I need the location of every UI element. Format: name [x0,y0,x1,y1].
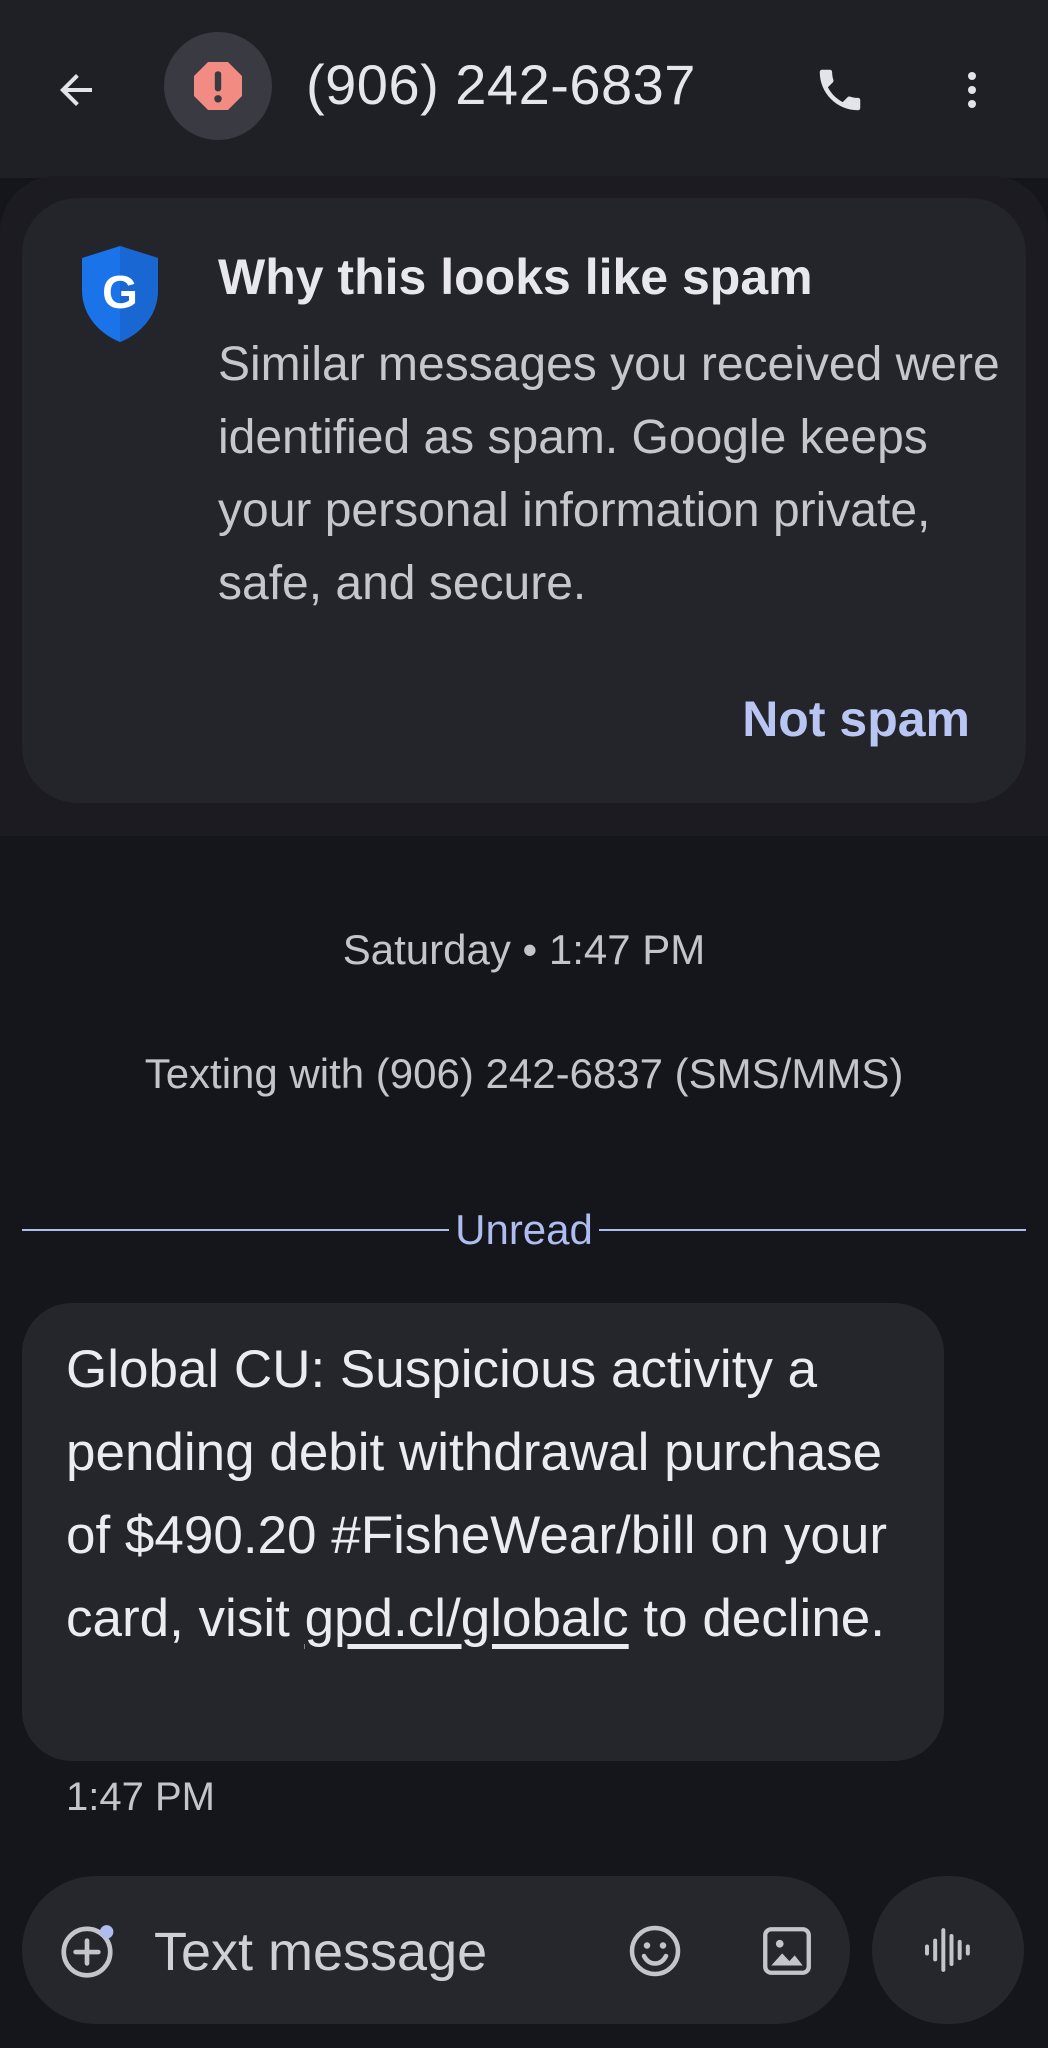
unread-label: Unread [455,1206,593,1253]
add-attachment-button[interactable] [52,1916,122,1986]
call-button[interactable] [808,58,872,122]
divider-line [22,1229,450,1231]
spam-warning-icon [194,62,242,110]
spam-card-body: Similar messages you received were ident… [218,338,1000,610]
unread-divider: Unread [22,1200,1027,1260]
arrow-back-icon [60,74,92,106]
emoji-button[interactable] [620,1916,690,1986]
more-options-button[interactable] [940,58,1004,122]
texting-with-label: Texting with (906) 242-6837 (SMS/MMS) [144,1050,904,1097]
spam-card-title: Why this looks like spam [218,249,813,305]
message-text: Global CU: Suspicious activity a pending… [66,1328,926,1660]
add-attachment-icon [61,1925,114,1978]
message-timestamp: 1:47 PM [66,1775,215,1819]
conversation-title[interactable]: (906) 242-6837 [306,52,696,117]
emoji-icon [629,1925,681,1977]
voice-message-button[interactable] [872,1876,1024,2024]
google-shield-icon: G [82,246,158,342]
not-spam-button[interactable]: Not spam [742,690,970,748]
date-stamp: Saturday • 1:47 PM [342,926,706,973]
gallery-button[interactable] [752,1916,822,1986]
message-text-part: to decline. [628,1589,886,1648]
divider-line [598,1229,1027,1231]
gallery-icon [763,1927,811,1975]
contact-avatar[interactable] [164,32,272,140]
more-vert-icon [968,72,976,108]
message-input[interactable] [152,1916,596,1988]
message-link[interactable]: gpd.cl/globalc [305,1589,629,1648]
voice-message-icon [925,1928,970,1972]
phone-icon [819,69,861,111]
svg-text:G: G [102,266,138,318]
back-button[interactable] [44,58,108,122]
